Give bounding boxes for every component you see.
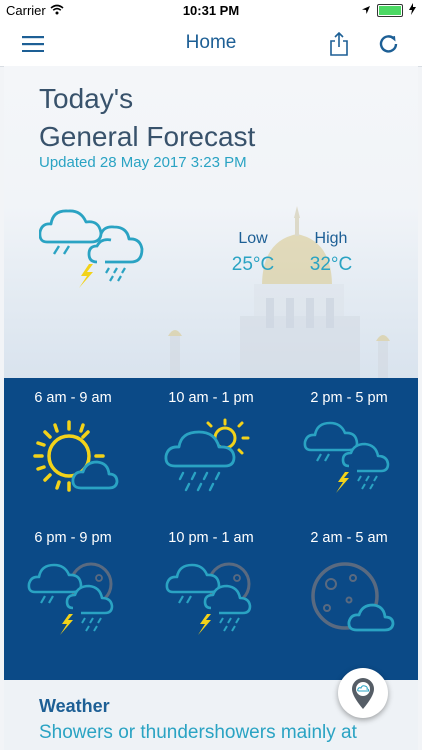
period-cell: 2 pm - 5 pm	[280, 390, 418, 507]
moon-cloud-icon	[280, 556, 418, 647]
period-time: 10 am - 1 pm	[168, 390, 254, 406]
forecast-hero: Today's General Forecast Updated 28 May …	[4, 66, 418, 378]
status-bar: Carrier 10:31 PM	[0, 0, 422, 22]
battery-icon	[377, 4, 403, 17]
weather-heading: Weather	[39, 696, 110, 716]
night-thunder-icon	[142, 556, 280, 647]
night-thunder-icon	[4, 556, 142, 647]
sun-cloud-icon	[4, 416, 142, 507]
cloud-thunder-rain-icon	[280, 416, 418, 507]
refresh-button[interactable]	[374, 30, 404, 58]
period-cell: 2 am - 5 am	[280, 530, 418, 647]
period-time: 6 am - 9 am	[34, 390, 112, 406]
high-value: 32°C	[309, 254, 353, 275]
period-time: 10 pm - 1 am	[168, 530, 254, 546]
forecast-heading-line1: Today's	[39, 83, 134, 114]
nav-bar: Home	[0, 22, 422, 67]
period-cell: 6 pm - 9 pm	[4, 530, 142, 647]
refresh-icon	[379, 35, 398, 53]
forecast-heading: Today's General Forecast	[39, 80, 319, 156]
status-time: 10:31 PM	[182, 3, 240, 18]
high-label: High	[314, 230, 348, 247]
share-button[interactable]	[324, 30, 354, 58]
updated-timestamp: Updated 28 May 2017 3:23 PM	[39, 154, 247, 171]
period-time: 2 pm - 5 pm	[310, 390, 388, 406]
location-pin-icon	[352, 678, 374, 709]
share-icon	[330, 32, 348, 56]
weather-description: Showers or thundershowers mainly at	[39, 722, 357, 743]
low-label: Low	[238, 230, 268, 247]
page-title: Home	[185, 32, 237, 53]
period-time: 2 am - 5 am	[310, 530, 388, 546]
high-temperature: High 32°C	[306, 230, 356, 276]
charging-icon	[409, 3, 416, 18]
forecast-heading-line2: General Forecast	[39, 121, 256, 152]
location-arrow-icon	[361, 3, 371, 18]
cloud-rain-sun-icon	[142, 416, 280, 507]
map-location-button[interactable]	[338, 668, 388, 718]
period-cell: 10 am - 1 pm	[142, 390, 280, 507]
low-temperature: Low 25°C	[228, 230, 278, 276]
period-cell: 6 am - 9 am	[4, 390, 142, 507]
period-time: 6 pm - 9 pm	[34, 530, 112, 546]
period-cell: 10 pm - 1 am	[142, 530, 280, 647]
cloud-thunder-rain-icon	[38, 202, 154, 302]
low-value: 25°C	[231, 254, 275, 275]
period-forecast-grid: 6 am - 9 am 10 am - 1 pm 2 pm - 5 pm 6 p…	[4, 378, 418, 680]
